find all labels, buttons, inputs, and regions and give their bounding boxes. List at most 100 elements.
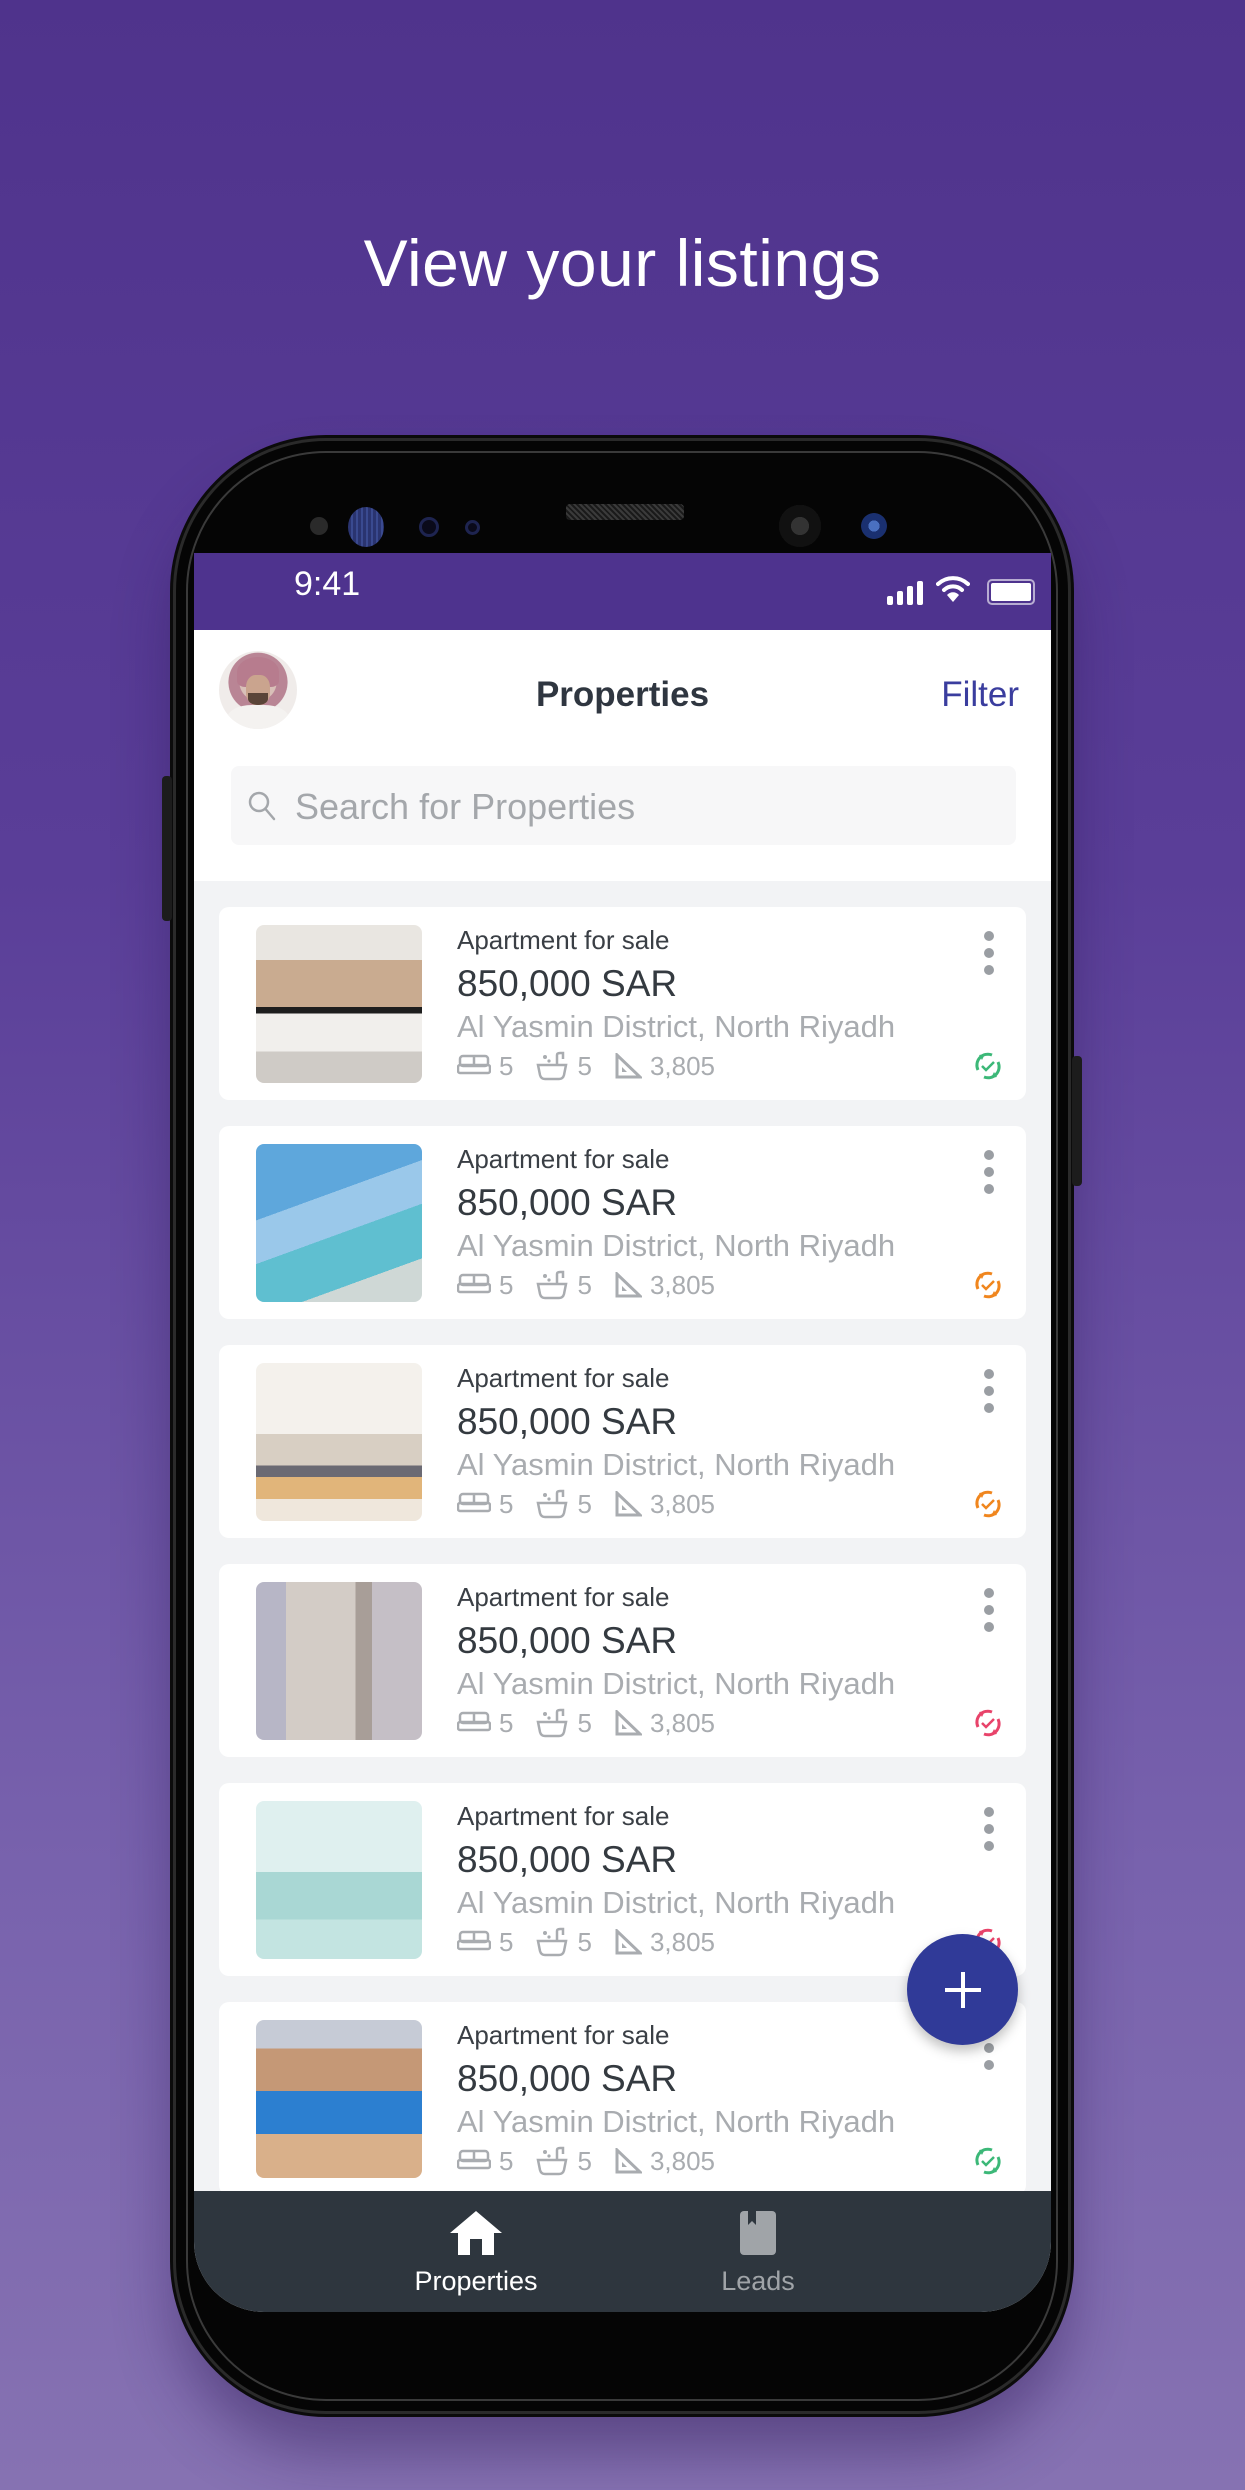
property-features: 5 5 3,805 [457, 1051, 737, 1081]
home-icon [450, 2211, 502, 2255]
beds-feature: 5 [457, 1927, 513, 1958]
property-features: 5 5 3,805 [457, 2146, 737, 2176]
nav-item-leads[interactable]: Leads [658, 2209, 858, 2297]
search-input[interactable]: Search for Properties [231, 766, 1016, 845]
property-features: 5 5 3,805 [457, 1270, 737, 1300]
property-price: 850,000 SAR [457, 1839, 678, 1880]
bath-icon [536, 2146, 568, 2176]
beds-count: 5 [499, 1488, 514, 1519]
property-thumbnail[interactable] [256, 925, 422, 1083]
bed-icon [457, 1054, 491, 1075]
area-value: 3,805 [649, 1488, 716, 1519]
bed-icon [457, 1930, 491, 1951]
app-screen: 9:41 Properties Filter Search for Proper… [194, 553, 1051, 2312]
property-card[interactable]: Apartment for sale 850,000 SAR Al Yasmin… [219, 1345, 1026, 1538]
property-card[interactable]: Apartment for sale 850,000 SAR Al Yasmin… [219, 1783, 1026, 1976]
filter-button[interactable]: Filter [941, 675, 1019, 715]
baths-feature: 5 [535, 1050, 592, 1082]
property-thumbnail[interactable] [256, 1582, 422, 1740]
property-card[interactable]: Apartment for sale 850,000 SAR Al Yasmin… [219, 2002, 1026, 2195]
property-card[interactable]: Apartment for sale 850,000 SAR Al Yasmin… [219, 907, 1026, 1100]
bottom-nav: Properties Leads [194, 2191, 1051, 2312]
area-feature: 3,805 [614, 1489, 715, 1520]
baths-feature: 5 [535, 1269, 592, 1301]
add-property-button[interactable] [907, 1934, 1018, 2045]
property-location: Al Yasmin District, North Riyadh [457, 1009, 896, 1044]
area-icon [615, 1491, 642, 1517]
baths-count: 5 [577, 1488, 592, 1519]
area-icon [615, 1929, 642, 1955]
bed-icon [457, 2149, 491, 2170]
headline: View your listings [363, 226, 882, 300]
bath-icon [536, 1489, 568, 1519]
nav-label-properties: Properties [414, 2266, 538, 2296]
status-time: 9:41 [294, 565, 361, 603]
sync-status-icon [975, 1271, 1001, 1299]
area-value: 3,805 [649, 1707, 716, 1738]
property-thumbnail[interactable] [256, 1801, 422, 1959]
property-type: Apartment for sale [457, 1144, 670, 1174]
property-price: 850,000 SAR [457, 2058, 678, 2099]
baths-feature: 5 [535, 1488, 592, 1520]
property-location: Al Yasmin District, North Riyadh [457, 1885, 896, 1920]
area-icon [615, 1053, 642, 1079]
property-card[interactable]: Apartment for sale 850,000 SAR Al Yasmin… [219, 1126, 1026, 1319]
more-options-button[interactable] [982, 1369, 996, 1413]
baths-count: 5 [577, 1926, 592, 1957]
more-options-button[interactable] [982, 1588, 996, 1632]
sync-status-icon [975, 1490, 1001, 1518]
area-value: 3,805 [649, 2145, 716, 2176]
beds-count: 5 [499, 1269, 514, 1300]
bed-icon [457, 1273, 491, 1294]
beds-count: 5 [499, 1707, 514, 1738]
beds-feature: 5 [457, 1489, 513, 1520]
bath-icon [536, 1270, 568, 1300]
phone-side-button [162, 776, 172, 921]
baths-feature: 5 [535, 1708, 592, 1739]
beds-feature: 5 [457, 1708, 513, 1739]
status-bar: 9:41 [194, 553, 1051, 630]
property-thumbnail[interactable] [256, 2020, 422, 2178]
book-icon [740, 2211, 776, 2255]
property-location: Al Yasmin District, North Riyadh [457, 2104, 896, 2139]
area-value: 3,805 [649, 1269, 716, 1300]
baths-feature: 5 [535, 2146, 592, 2177]
bath-icon [536, 1927, 568, 1957]
property-features: 5 5 3,805 [457, 1927, 737, 1957]
property-location: Al Yasmin District, North Riyadh [457, 1228, 896, 1263]
area-feature: 3,805 [614, 1927, 715, 1958]
phone-frame: 9:41 Properties Filter Search for Proper… [162, 441, 1082, 2411]
property-thumbnail[interactable] [256, 1363, 422, 1521]
property-type: Apartment for sale [457, 1801, 670, 1831]
nav-item-properties[interactable]: Properties [376, 2209, 576, 2297]
property-price: 850,000 SAR [457, 963, 678, 1004]
search-placeholder: Search for Properties [295, 786, 636, 827]
beds-feature: 5 [457, 2146, 513, 2177]
property-price: 850,000 SAR [457, 1620, 678, 1661]
beds-count: 5 [499, 2145, 514, 2176]
more-options-button[interactable] [982, 1150, 996, 1194]
property-type: Apartment for sale [457, 1582, 670, 1612]
baths-count: 5 [577, 1050, 592, 1081]
property-thumbnail[interactable] [256, 1144, 422, 1302]
property-type: Apartment for sale [457, 1363, 670, 1393]
sync-status-icon [975, 2147, 1001, 2175]
property-features: 5 5 3,805 [457, 1489, 737, 1519]
property-card[interactable]: Apartment for sale 850,000 SAR Al Yasmin… [219, 1564, 1026, 1757]
signal-icon [887, 581, 925, 605]
sync-status-icon [975, 1709, 1001, 1737]
beds-count: 5 [499, 1926, 514, 1957]
bath-icon [536, 1051, 568, 1081]
app-header: Properties Filter Search for Properties [194, 630, 1051, 881]
beds-feature: 5 [457, 1270, 513, 1301]
property-location: Al Yasmin District, North Riyadh [457, 1666, 896, 1701]
area-icon [615, 1272, 642, 1298]
more-options-button[interactable] [982, 931, 996, 975]
baths-feature: 5 [535, 1926, 592, 1958]
baths-count: 5 [577, 1269, 592, 1300]
more-options-button[interactable] [982, 1807, 996, 1851]
battery-icon [987, 579, 1035, 605]
search-icon [248, 791, 276, 821]
property-features: 5 5 3,805 [457, 1708, 737, 1738]
beds-feature: 5 [457, 1051, 513, 1082]
